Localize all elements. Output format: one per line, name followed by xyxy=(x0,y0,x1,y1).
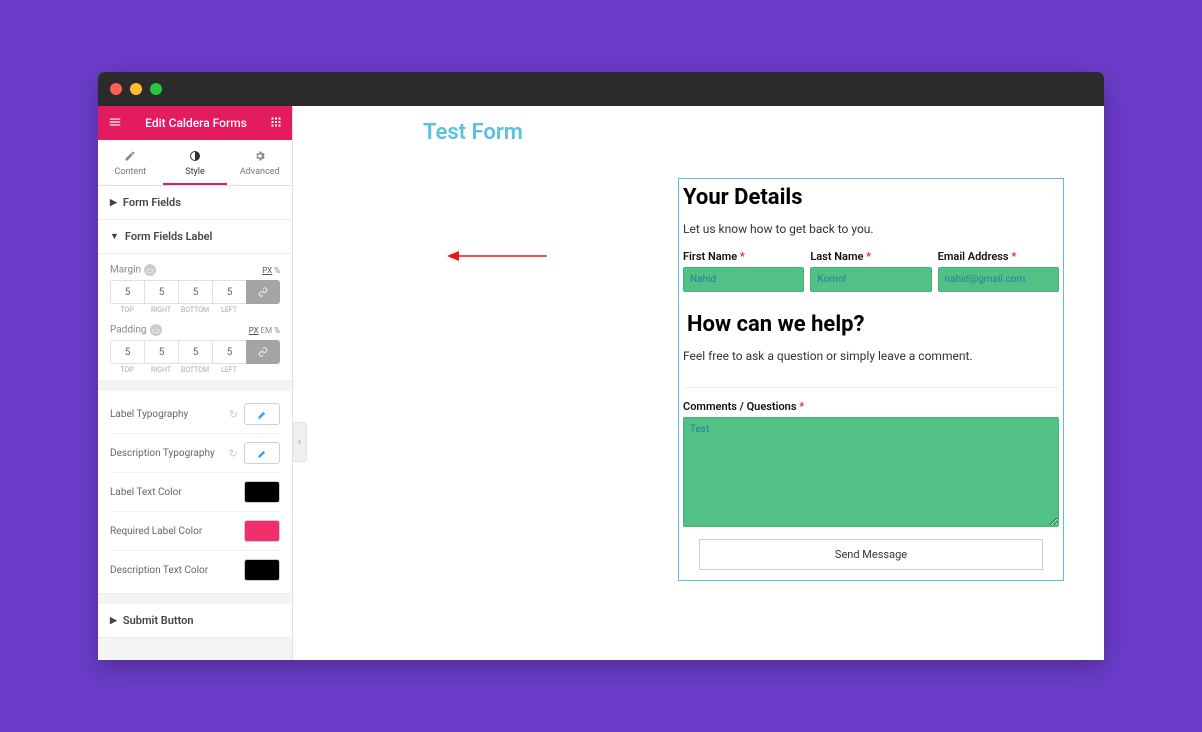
padding-top-input[interactable] xyxy=(110,340,144,364)
color-swatch[interactable] xyxy=(244,520,280,542)
responsive-icon[interactable]: ▭ xyxy=(150,324,162,336)
tab-content[interactable]: Content xyxy=(98,140,163,185)
first-name-input[interactable] xyxy=(683,267,804,292)
padding-right-input[interactable] xyxy=(144,340,178,364)
reset-icon[interactable]: ↻ xyxy=(229,447,238,460)
elementor-sidebar: Edit Caldera Forms Content Style Advance… xyxy=(98,106,293,660)
window-maximize-icon[interactable] xyxy=(150,83,162,95)
sidebar-title: Edit Caldera Forms xyxy=(145,116,247,130)
form-subtext: Let us know how to get back to you. xyxy=(679,216,1063,250)
margin-panel: Margin▭ PX % TOP RIGHT BOTTOM LEFT xyxy=(98,254,292,381)
gear-icon xyxy=(227,148,292,164)
padding-label: Padding xyxy=(110,325,147,336)
form-subtext-2: Feel free to ask a question or simply le… xyxy=(683,343,1059,377)
description-typography-row: Description Typography ↻ xyxy=(110,433,280,472)
margin-bottom-input[interactable] xyxy=(178,280,212,304)
form-heading-2: How can we help? xyxy=(683,306,1059,343)
label-typography-row: Label Typography ↻ xyxy=(110,395,280,433)
reset-icon[interactable]: ↻ xyxy=(229,408,238,421)
link-values-button[interactable] xyxy=(246,340,280,364)
required-label-color-row: Required Label Color xyxy=(110,511,280,550)
first-name-field: First Name * xyxy=(683,250,804,292)
section-form-fields[interactable]: ▶ Form Fields xyxy=(98,186,292,220)
contrast-icon xyxy=(163,148,228,164)
email-field: Email Address * xyxy=(938,250,1059,292)
pencil-icon xyxy=(98,148,163,164)
comments-field: Comments / Questions * Test xyxy=(683,400,1059,531)
margin-right-input[interactable] xyxy=(144,280,178,304)
last-name-field: Last Name * xyxy=(810,250,931,292)
chevron-right-icon: ▶ xyxy=(110,616,117,626)
tab-advanced[interactable]: Advanced xyxy=(227,140,292,185)
edit-typography-button[interactable] xyxy=(244,403,280,425)
tab-style[interactable]: Style xyxy=(163,140,228,185)
panel-collapse-handle[interactable]: ‹ xyxy=(293,422,307,462)
label-text-color-row: Label Text Color xyxy=(110,472,280,511)
form-heading: Your Details xyxy=(679,179,1063,216)
color-swatch[interactable] xyxy=(244,559,280,581)
padding-units[interactable]: PX EM % xyxy=(249,326,280,335)
typography-panel: Label Typography ↻ Description Typograph… xyxy=(98,391,292,594)
link-values-button[interactable] xyxy=(246,280,280,304)
comments-textarea[interactable]: Test xyxy=(683,417,1059,527)
margin-label: Margin xyxy=(110,265,141,276)
apps-icon[interactable] xyxy=(270,116,282,131)
panel-tabs: Content Style Advanced xyxy=(98,140,292,186)
page-title: Test Form xyxy=(293,106,1104,161)
window-minimize-icon[interactable] xyxy=(130,83,142,95)
padding-left-input[interactable] xyxy=(212,340,246,364)
margin-top-input[interactable] xyxy=(110,280,144,304)
sidebar-header: Edit Caldera Forms xyxy=(98,106,292,140)
margin-units[interactable]: PX % xyxy=(262,266,280,275)
color-swatch[interactable] xyxy=(244,481,280,503)
menu-icon[interactable] xyxy=(108,115,122,132)
window-titlebar xyxy=(98,72,1104,106)
section-submit-button[interactable]: ▶ Submit Button xyxy=(98,604,292,638)
form-widget[interactable]: Your Details Let us know how to get back… xyxy=(678,178,1064,581)
last-name-input[interactable] xyxy=(810,267,931,292)
app-body: Edit Caldera Forms Content Style Advance… xyxy=(98,106,1104,660)
editor-canvas: Test Form ‹ Your Details Let us know how… xyxy=(293,106,1104,660)
section-form-fields-label[interactable]: ▼ Form Fields Label xyxy=(98,220,292,254)
window-close-icon[interactable] xyxy=(110,83,122,95)
submit-button[interactable]: Send Message xyxy=(699,539,1043,570)
browser-window: Edit Caldera Forms Content Style Advance… xyxy=(98,72,1104,660)
padding-bottom-input[interactable] xyxy=(178,340,212,364)
chevron-right-icon: ▶ xyxy=(110,198,117,208)
margin-left-input[interactable] xyxy=(212,280,246,304)
email-input[interactable] xyxy=(938,267,1059,292)
annotation-arrow xyxy=(447,250,547,262)
description-text-color-row: Description Text Color xyxy=(110,550,280,589)
responsive-icon[interactable]: ▭ xyxy=(144,264,156,276)
edit-typography-button[interactable] xyxy=(244,442,280,464)
chevron-down-icon: ▼ xyxy=(110,231,119,242)
